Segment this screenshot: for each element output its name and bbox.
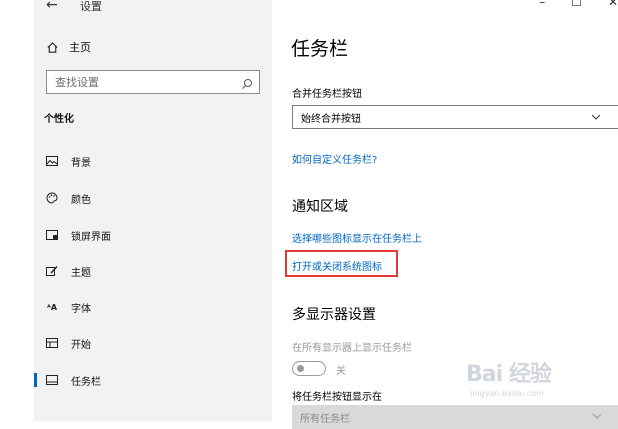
theme-brush-icon	[45, 264, 59, 278]
sidebar-item-taskbar[interactable]: 任务栏	[34, 365, 272, 395]
sidebar-item-label: 字体	[71, 303, 91, 315]
sidebar-item-label: 主页	[69, 41, 91, 54]
maximize-button[interactable]: ☐	[571, 0, 582, 9]
section-heading: 个性化	[44, 114, 74, 125]
window-controls: – ☐ ✕	[539, 0, 618, 9]
image-icon	[45, 154, 59, 168]
show-buttons-on-label: 将任务栏按钮显示在	[292, 392, 382, 403]
sidebar: ← 设置 主页 个性化 背景 颜色 锁屏界面 主题	[34, 0, 272, 421]
dropdown-value: 始终合并按钮	[301, 113, 361, 125]
search-icon[interactable]	[241, 75, 253, 94]
start-menu-icon	[45, 336, 59, 350]
sidebar-item-label: 任务栏	[71, 376, 101, 388]
sidebar-item-home[interactable]: 主页	[46, 39, 91, 55]
toggle-state-label: 关	[336, 366, 346, 377]
chevron-down-icon	[592, 411, 602, 424]
sidebar-item-label: 颜色	[71, 194, 91, 206]
sidebar-item-colors[interactable]: 颜色	[34, 183, 272, 213]
sidebar-item-label: 背景	[71, 157, 91, 169]
customize-taskbar-link[interactable]: 如何自定义任务栏?	[292, 151, 377, 166]
palette-icon	[45, 191, 59, 205]
sidebar-item-label: 开始	[71, 339, 91, 351]
minimize-button[interactable]: –	[539, 0, 545, 9]
show-on-all-displays-toggle[interactable]	[292, 361, 326, 376]
toggle-knob	[297, 365, 304, 372]
lock-screen-icon	[45, 228, 59, 242]
search-input[interactable]	[47, 71, 237, 93]
taskbar-icon	[45, 373, 59, 387]
combine-buttons-label: 合并任务栏按钮	[292, 89, 362, 100]
sidebar-item-background[interactable]: 背景	[34, 146, 272, 176]
sidebar-item-start[interactable]: 开始	[34, 328, 272, 358]
home-icon	[46, 41, 59, 54]
sidebar-item-label: 主题	[71, 267, 91, 279]
notification-area-heading: 通知区域	[292, 199, 348, 215]
select-icons-link[interactable]: 选择哪些图标显示在任务栏上	[292, 230, 422, 245]
sidebar-item-fonts[interactable]: ᴬA 字体	[34, 292, 272, 322]
show-on-all-displays-label: 在所有显示器上显示任务栏	[292, 343, 412, 354]
page-title: 任务栏	[291, 38, 349, 60]
dropdown-value: 所有任务栏	[300, 413, 350, 425]
sidebar-item-label: 锁屏界面	[71, 231, 111, 243]
show-buttons-on-dropdown[interactable]: 所有任务栏	[292, 405, 618, 429]
chevron-down-icon	[591, 112, 601, 125]
app-title: 设置	[80, 0, 102, 13]
sidebar-item-lock-screen[interactable]: 锁屏界面	[34, 220, 272, 250]
search-box	[46, 70, 260, 94]
active-indicator	[34, 373, 37, 387]
close-button[interactable]: ✕	[608, 0, 618, 9]
combine-buttons-dropdown[interactable]: 始终合并按钮	[292, 105, 618, 129]
sidebar-item-themes[interactable]: 主题	[34, 256, 272, 286]
system-icons-link[interactable]: 打开或关闭系统图标	[292, 258, 382, 273]
watermark: Bai 经验 jingyan.baidu.com	[466, 356, 596, 406]
watermark-logo: Bai 经验	[466, 362, 552, 387]
multi-display-heading: 多显示器设置	[292, 307, 376, 323]
back-arrow-icon[interactable]: ←	[46, 0, 58, 13]
watermark-url: jingyan.baidu.com	[470, 389, 544, 398]
font-icon: ᴬA	[46, 302, 58, 312]
